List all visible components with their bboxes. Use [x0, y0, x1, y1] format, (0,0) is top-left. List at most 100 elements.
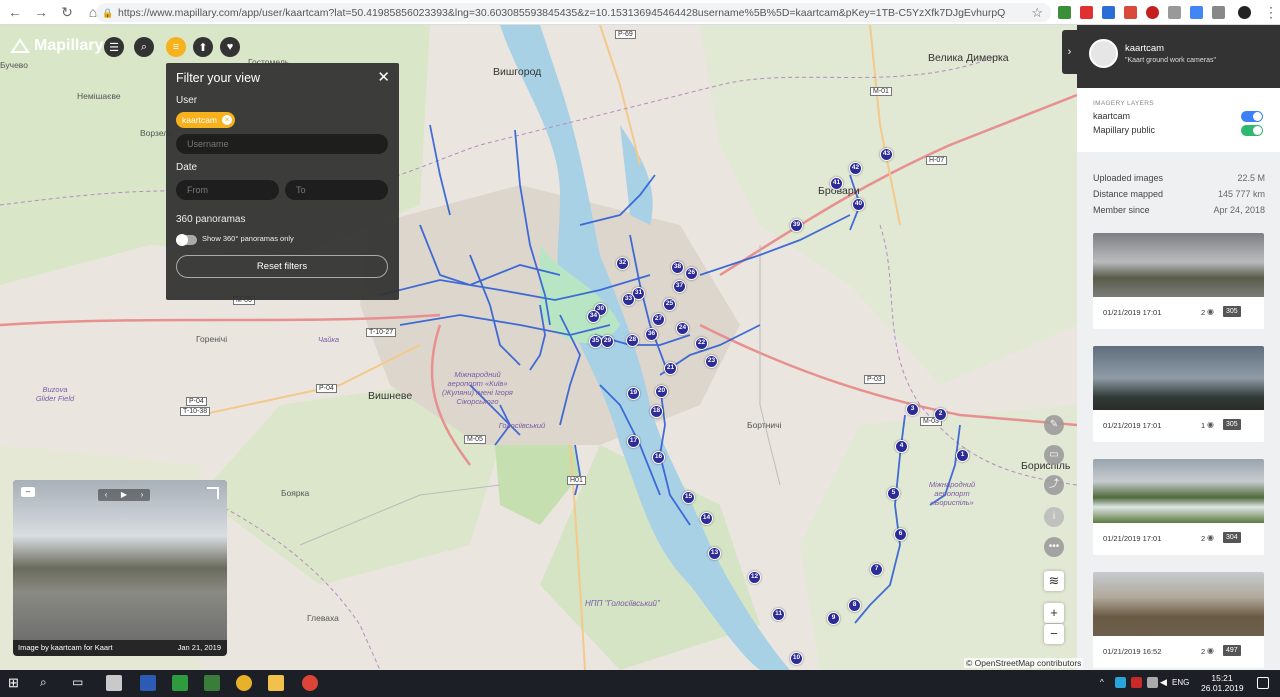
prev-icon[interactable]: ‹ — [105, 489, 108, 501]
sequence-marker[interactable]: 36 — [645, 328, 658, 341]
language-indicator[interactable]: ENG — [1172, 678, 1189, 687]
sequence-marker[interactable]: 38 — [671, 261, 684, 274]
close-icon[interactable]: ✕ — [377, 68, 390, 86]
app-icon[interactable] — [172, 675, 188, 691]
date-from-input[interactable]: From — [176, 180, 279, 200]
app-icon[interactable] — [140, 675, 156, 691]
sequence-marker[interactable]: 13 — [708, 547, 721, 560]
sequence-marker[interactable]: 9 — [827, 612, 840, 625]
sequence-marker[interactable]: 19 — [627, 387, 640, 400]
avatar[interactable] — [1089, 39, 1118, 68]
sequence-marker[interactable]: 10 — [790, 652, 803, 665]
sequence-marker[interactable]: 20 — [655, 385, 668, 398]
sequence-marker[interactable]: 8 — [848, 599, 861, 612]
sequence-marker[interactable]: 21 — [664, 362, 677, 375]
user-chip[interactable]: kaartcam × — [176, 112, 235, 128]
sequence-thumbnail[interactable] — [1093, 459, 1264, 523]
next-icon[interactable]: › — [141, 489, 144, 501]
reset-filters-button[interactable]: Reset filters — [176, 255, 388, 278]
username[interactable]: kaartcam — [1125, 43, 1164, 54]
sequence-card[interactable]: 01/21/2019 17:01 1 ◉ 305 — [1093, 346, 1264, 442]
bookmark-star-icon[interactable]: ☆ — [1031, 5, 1043, 21]
app-icon[interactable] — [106, 675, 122, 691]
sequence-marker[interactable]: 41 — [830, 177, 843, 190]
file-explorer-icon[interactable] — [268, 675, 284, 691]
search-icon[interactable]: ⌕ — [40, 675, 56, 691]
layers-icon[interactable]: ≋ — [1044, 571, 1064, 591]
reload-icon[interactable]: ↻ — [56, 1, 78, 23]
sequence-marker[interactable]: 15 — [682, 491, 695, 504]
youtube-icon[interactable] — [1080, 6, 1093, 19]
zoom-in-button[interactable]: + — [1044, 603, 1064, 623]
zoom-out-button[interactable]: − — [1044, 624, 1064, 644]
sequence-card[interactable]: 01/21/2019 17:01 2 ◉ 304 — [1093, 459, 1264, 555]
volume-icon[interactable]: ◀ — [1160, 677, 1169, 688]
windows-start-icon[interactable]: ⊞ — [8, 675, 24, 691]
expand-icon[interactable] — [207, 487, 219, 499]
task-view-icon[interactable]: ▭ — [72, 675, 88, 691]
sequence-marker[interactable]: 6 — [894, 528, 907, 541]
back-icon[interactable]: ← — [4, 1, 26, 23]
sequence-marker[interactable]: 25 — [663, 298, 676, 311]
sequence-marker[interactable]: 40 — [852, 198, 865, 211]
sequence-marker[interactable]: 2 — [934, 408, 947, 421]
menu-dots-icon[interactable]: ⋮ — [1260, 1, 1280, 23]
sequence-marker[interactable]: 32 — [616, 257, 629, 270]
sequence-marker[interactable]: 22 — [695, 337, 708, 350]
map-attribution[interactable]: © OpenStreetMap contributors — [964, 658, 1084, 668]
share-icon[interactable]: ⤴ — [1044, 475, 1064, 495]
panoramas-toggle[interactable] — [176, 234, 197, 246]
tray-icon[interactable] — [1131, 677, 1142, 688]
username-input[interactable]: Username — [176, 134, 388, 154]
sequence-marker[interactable]: 23 — [705, 355, 718, 368]
profile-icon[interactable] — [1238, 6, 1251, 19]
sequence-marker[interactable]: 34 — [587, 310, 600, 323]
search-icon[interactable]: ⌕ — [134, 37, 154, 57]
user-icon[interactable]: ♥ — [220, 37, 240, 57]
street-photo[interactable] — [13, 480, 227, 640]
sequence-thumbnail[interactable] — [1093, 346, 1264, 410]
sequence-marker[interactable]: 35 — [589, 335, 602, 348]
sequence-thumbnail[interactable] — [1093, 233, 1264, 297]
extension-icon[interactable] — [1058, 6, 1071, 19]
sequence-marker[interactable]: 14 — [700, 512, 713, 525]
forward-icon[interactable]: → — [30, 1, 52, 23]
edit-icon[interactable]: ✎ — [1044, 415, 1064, 435]
sequence-card[interactable]: 01/21/2019 16:52 2 ◉ 497 — [1093, 572, 1264, 668]
sequence-marker[interactable]: 28 — [626, 334, 639, 347]
sequence-marker[interactable]: 3 — [906, 403, 919, 416]
sequence-marker[interactable]: 33 — [622, 293, 635, 306]
extension-icon[interactable] — [1168, 6, 1181, 19]
network-icon[interactable] — [1147, 677, 1158, 688]
more-icon[interactable]: ••• — [1044, 537, 1064, 557]
filter-icon[interactable]: ≡ — [166, 37, 186, 57]
playback-controls[interactable]: ‹ ▶ › — [98, 489, 150, 501]
sequence-thumbnail[interactable] — [1093, 572, 1264, 636]
chrome-icon[interactable] — [302, 675, 318, 691]
mapillary-logo[interactable]: Mapillary — [10, 37, 103, 55]
extension-icon[interactable] — [1212, 6, 1225, 19]
comment-icon[interactable]: ▭ — [1044, 445, 1064, 465]
sequence-marker[interactable]: 39 — [790, 219, 803, 232]
adblock-icon[interactable] — [1146, 6, 1159, 19]
date-to-input[interactable]: To — [285, 180, 388, 200]
layer-toggle[interactable] — [1241, 111, 1263, 122]
play-icon[interactable]: ▶ — [121, 489, 127, 501]
collapse-sidebar-icon[interactable]: › — [1062, 30, 1077, 74]
tray-arrow-icon[interactable]: ^ — [1100, 678, 1110, 688]
sequence-marker[interactable]: 12 — [748, 571, 761, 584]
sequence-marker[interactable]: 26 — [685, 267, 698, 280]
app-icon[interactable] — [204, 675, 220, 691]
sequence-marker[interactable]: 16 — [652, 451, 665, 464]
sequence-marker[interactable]: 18 — [650, 405, 663, 418]
sequence-marker[interactable]: 24 — [676, 322, 689, 335]
chrome-icon[interactable] — [236, 675, 252, 691]
sequence-marker[interactable]: 4 — [895, 440, 908, 453]
layer-toggle[interactable] — [1241, 125, 1263, 136]
notifications-icon[interactable] — [1257, 677, 1269, 689]
sequence-marker[interactable]: 43 — [880, 148, 893, 161]
sequence-marker[interactable]: 27 — [652, 313, 665, 326]
sequence-marker[interactable]: 1 — [956, 449, 969, 462]
sequence-marker[interactable]: 42 — [849, 162, 862, 175]
image-viewer[interactable]: – ‹ ▶ › Image by kaartcam for Kaart Jan … — [13, 480, 227, 656]
